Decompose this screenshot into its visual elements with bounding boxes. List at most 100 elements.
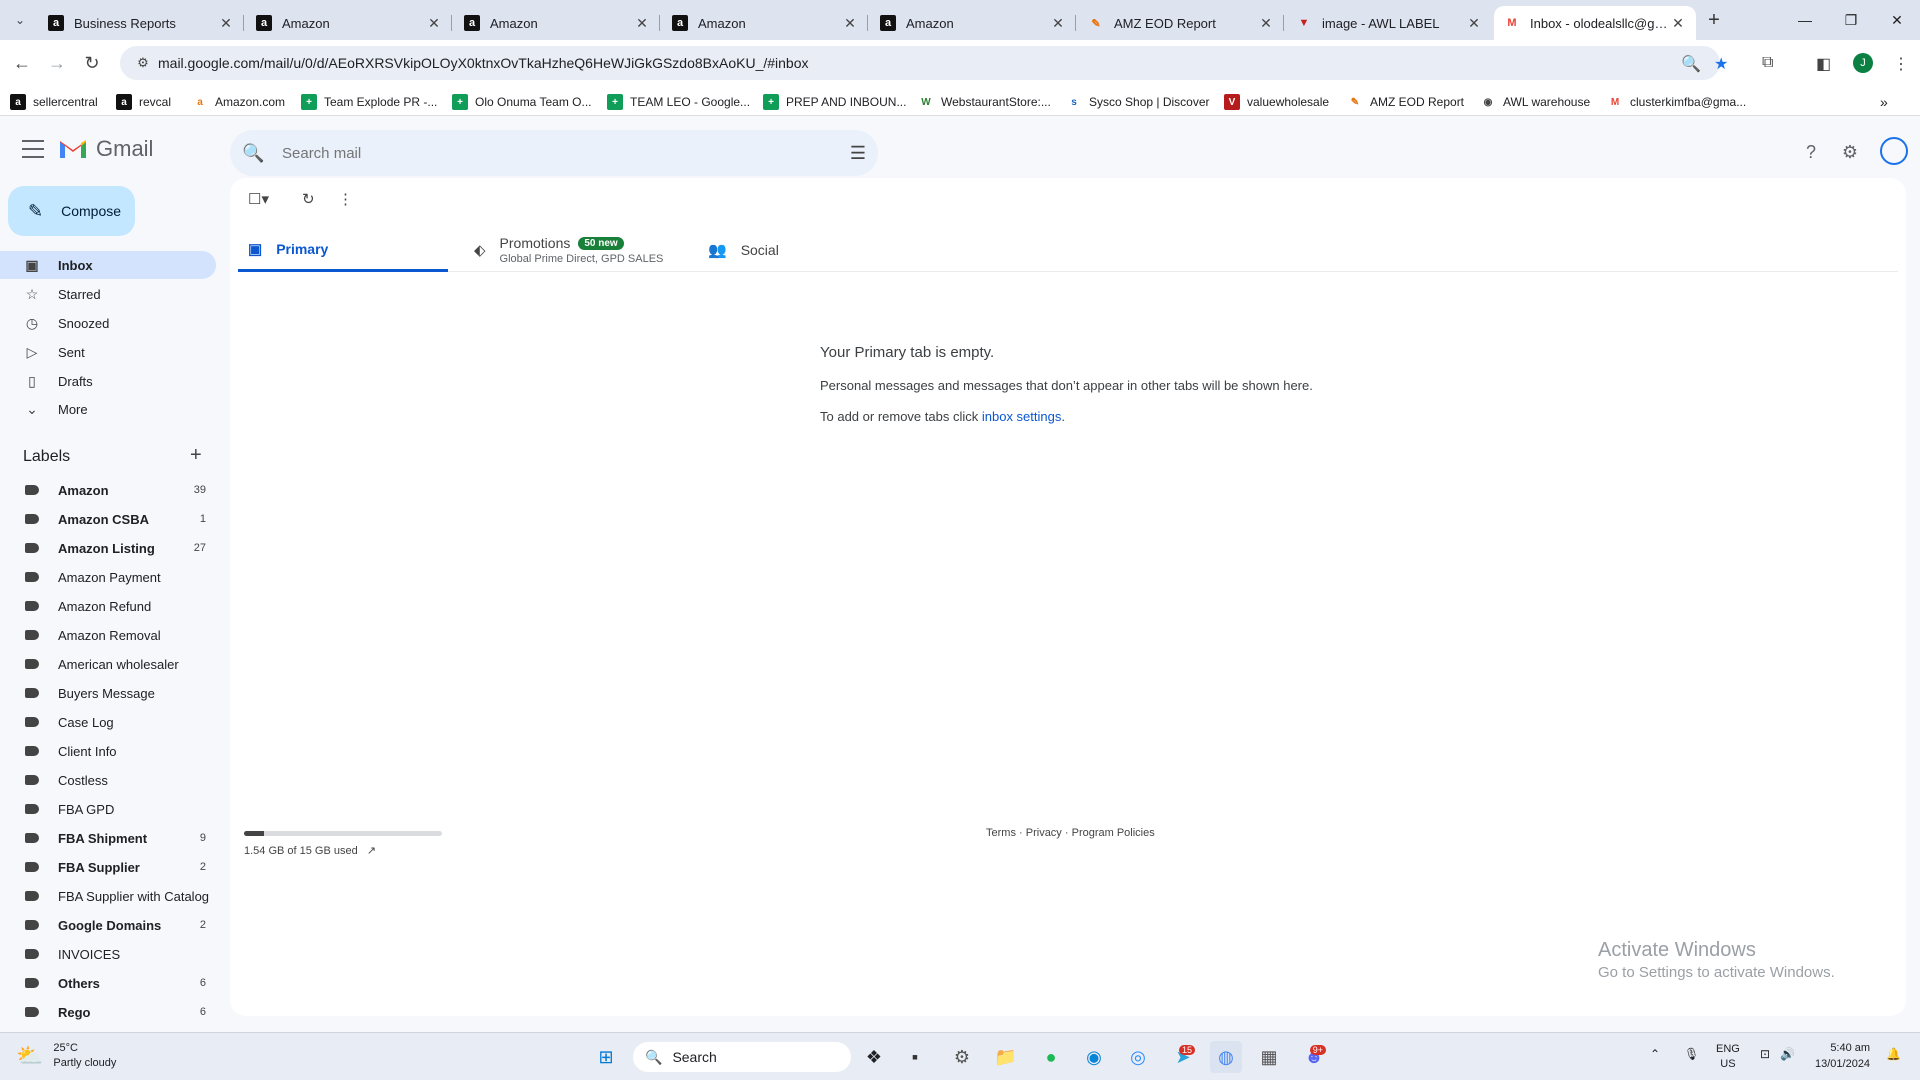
- spotify-icon[interactable]: ●: [1035, 1041, 1067, 1073]
- show-hidden-icons-icon[interactable]: ⌃: [1650, 1047, 1660, 1061]
- minimize-icon[interactable]: —: [1782, 0, 1828, 40]
- add-label-icon[interactable]: +: [190, 444, 202, 467]
- bookmark-star-icon[interactable]: ★: [1714, 54, 1728, 74]
- label-item[interactable]: Amazon CSBA 1: [0, 506, 210, 532]
- browser-tab[interactable]: ✎ AMZ EOD Report ✕: [1078, 6, 1284, 40]
- chrome-icon[interactable]: ◍: [1210, 1041, 1242, 1073]
- bookmark[interactable]: Mclusterkimfba@gma...: [1607, 92, 1746, 112]
- zoom-app-icon[interactable]: ◎: [1122, 1041, 1154, 1073]
- terms-link[interactable]: Terms: [986, 827, 1016, 839]
- tab-promotions[interactable]: ⬖ Promotions 50 new Global Prime Direct,…: [474, 228, 684, 272]
- side-panel-icon[interactable]: ◧: [1816, 54, 1831, 74]
- search-options-icon[interactable]: ☰: [838, 143, 878, 164]
- bookmarks-overflow-icon[interactable]: »: [1880, 92, 1888, 112]
- bookmark[interactable]: Vvaluewholesale: [1224, 92, 1329, 112]
- extensions-icon[interactable]: ⧉: [1762, 54, 1773, 72]
- close-tab-icon[interactable]: ✕: [1258, 15, 1274, 31]
- label-item[interactable]: Amazon Removal: [0, 622, 210, 648]
- search-icon[interactable]: 🔍: [242, 143, 282, 164]
- label-item[interactable]: Google Domains 2: [0, 912, 210, 938]
- program-policies-link[interactable]: Program Policies: [1072, 827, 1155, 839]
- task-view-icon[interactable]: ▪: [899, 1041, 931, 1073]
- label-item[interactable]: Client Info: [0, 738, 210, 764]
- browser-tab[interactable]: a Business Reports ✕: [38, 6, 244, 40]
- label-item[interactable]: Rego 6: [0, 999, 210, 1025]
- language-indicator[interactable]: ENG US: [1716, 1042, 1740, 1072]
- bookmark[interactable]: a revcal: [116, 92, 171, 112]
- label-item[interactable]: FBA Supplier 2: [0, 854, 210, 880]
- label-item[interactable]: Costless: [0, 767, 210, 793]
- taskbar-search[interactable]: 🔍 Search: [633, 1042, 851, 1072]
- nav-item-snoozed[interactable]: ◷ Snoozed: [0, 309, 216, 337]
- bookmark[interactable]: + Olo Onuma Team O...: [452, 92, 592, 112]
- tab-search-chevron-icon[interactable]: ⌄: [8, 8, 32, 32]
- close-tab-icon[interactable]: ✕: [1466, 15, 1482, 31]
- label-item[interactable]: FBA GPD: [0, 796, 210, 822]
- label-item[interactable]: Amazon Listing 27: [0, 535, 210, 561]
- site-info-icon[interactable]: ⚙: [128, 55, 158, 71]
- nav-item-starred[interactable]: ☆ Starred: [0, 280, 216, 308]
- label-item[interactable]: Amazon Payment: [0, 564, 210, 590]
- label-item[interactable]: American wholesaler: [0, 651, 210, 677]
- browser-tab[interactable]: a Amazon ✕: [246, 6, 452, 40]
- more-options-icon[interactable]: ⋮: [338, 190, 353, 208]
- label-item[interactable]: FBA Supplier with Catalog: [0, 883, 210, 909]
- back-icon[interactable]: ←: [8, 49, 36, 77]
- system-clock[interactable]: 5:40 am 13/01/2024: [1815, 1040, 1870, 1072]
- browser-tab-active[interactable]: M Inbox - olodealsllc@gmail.com ✕: [1494, 6, 1696, 40]
- browser-tab[interactable]: a Amazon ✕: [870, 6, 1076, 40]
- profile-avatar[interactable]: J: [1853, 53, 1873, 73]
- bookmark[interactable]: s Sysco Shop | Discover: [1066, 92, 1209, 112]
- restore-icon[interactable]: ❐: [1828, 0, 1874, 40]
- settings-gear-icon[interactable]: ⚙: [1836, 138, 1864, 166]
- bookmark[interactable]: W WebstaurantStore:...: [918, 92, 1051, 112]
- tab-primary[interactable]: ▣ Primary: [238, 228, 448, 272]
- label-item[interactable]: Others 6: [0, 970, 210, 996]
- label-item[interactable]: FBA Shipment 9: [0, 825, 210, 851]
- close-tab-icon[interactable]: ✕: [634, 15, 650, 31]
- reload-icon[interactable]: ↻: [78, 49, 106, 77]
- search-input[interactable]: [282, 144, 838, 162]
- bookmark[interactable]: a Amazon.com: [192, 92, 285, 112]
- nav-item-sent[interactable]: ▷ Sent: [0, 338, 216, 366]
- label-item[interactable]: Case Log: [0, 709, 210, 735]
- nav-item-more[interactable]: ⌄ More: [0, 395, 216, 423]
- compose-button[interactable]: ✎ Compose: [8, 186, 135, 236]
- bookmark[interactable]: + Team Explode PR -...: [301, 92, 437, 112]
- calculator-icon[interactable]: ▦: [1253, 1041, 1285, 1073]
- browser-tab[interactable]: a Amazon ✕: [662, 6, 868, 40]
- label-item[interactable]: Amazon Refund: [0, 593, 210, 619]
- windows-start-icon[interactable]: ⊞: [590, 1041, 622, 1073]
- notifications-bell-icon[interactable]: 🔔: [1886, 1047, 1901, 1061]
- label-item[interactable]: Buyers Message: [0, 680, 210, 706]
- bookmark[interactable]: a sellercentral: [10, 92, 98, 112]
- file-explorer-icon[interactable]: 📁: [990, 1041, 1022, 1073]
- browser-menu-icon[interactable]: ⋮: [1893, 54, 1909, 74]
- new-tab-icon[interactable]: +: [1702, 8, 1726, 32]
- browser-tab[interactable]: ▼ image - AWL LABEL ✕: [1286, 6, 1492, 40]
- browser-tab[interactable]: a Amazon ✕: [454, 6, 660, 40]
- zoom-icon[interactable]: 🔍: [1681, 54, 1701, 74]
- copilot-icon[interactable]: ❖: [858, 1041, 890, 1073]
- privacy-link[interactable]: Privacy: [1026, 827, 1062, 839]
- bookmark[interactable]: + PREP AND INBOUN...: [763, 92, 906, 112]
- bookmark[interactable]: ◉ AWL warehouse: [1480, 92, 1591, 112]
- main-menu-icon[interactable]: [22, 140, 44, 158]
- open-in-new-icon[interactable]: ↗: [367, 845, 376, 857]
- forward-icon[interactable]: →: [43, 49, 71, 77]
- tab-social[interactable]: 👥 Social: [708, 228, 908, 272]
- account-avatar[interactable]: [1880, 137, 1908, 165]
- close-tab-icon[interactable]: ✕: [1050, 15, 1066, 31]
- inbox-settings-link[interactable]: inbox settings: [982, 409, 1062, 424]
- close-tab-icon[interactable]: ✕: [1670, 15, 1686, 31]
- nav-item-inbox[interactable]: ▣ Inbox: [0, 251, 216, 279]
- telegram-icon[interactable]: ➤ 15: [1167, 1041, 1199, 1073]
- weather-widget[interactable]: ⛅ 25°C Partly cloudy: [16, 1041, 116, 1071]
- close-window-icon[interactable]: ✕: [1874, 0, 1920, 40]
- edge-icon[interactable]: ◉: [1078, 1041, 1110, 1073]
- close-tab-icon[interactable]: ✕: [218, 15, 234, 31]
- microphone-icon[interactable]: 🎙: [1684, 1047, 1699, 1061]
- close-tab-icon[interactable]: ✕: [426, 15, 442, 31]
- url-text[interactable]: mail.google.com/mail/u/0/d/AEoRXRSVkipOL…: [158, 55, 809, 71]
- bookmark[interactable]: ✎ AMZ EOD Report: [1347, 92, 1464, 112]
